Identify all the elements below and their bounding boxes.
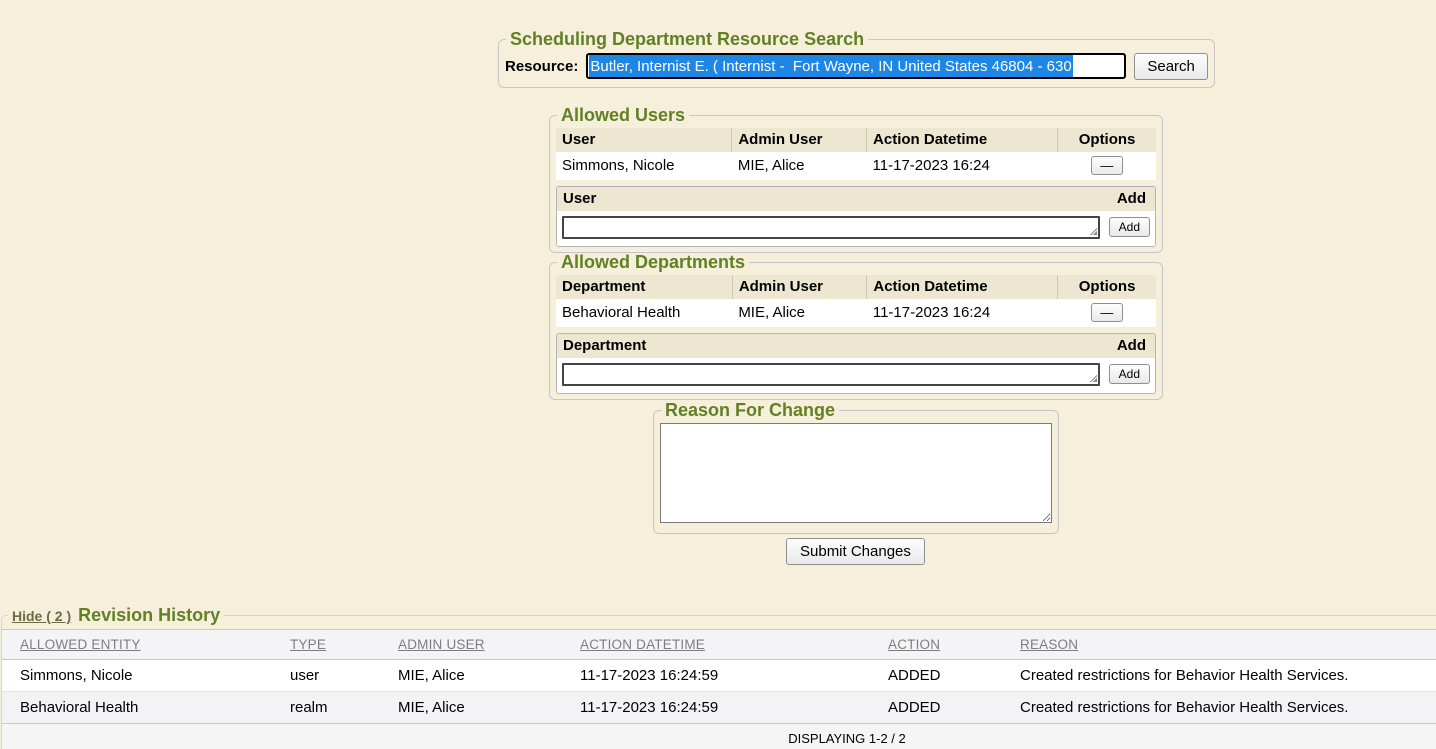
resource-input-selected-text: Butler, Internist E. ( Internist - Fort …: [589, 55, 1072, 78]
allowed-users-row: Simmons, Nicole MIE, Alice 11-17-2023 16…: [556, 152, 1156, 180]
col-options: Options: [1058, 275, 1156, 299]
col-admin-user: Admin User: [732, 275, 867, 299]
datetime-cell: 11-17-2023 16:24:59: [562, 659, 870, 691]
add-department-button[interactable]: Add: [1109, 364, 1150, 384]
allowed-departments-fieldset: Allowed Departments Department Admin Use…: [549, 253, 1163, 400]
allowed-departments-header-row: Department Admin User Action Datetime Op…: [556, 275, 1156, 299]
revision-history-footer-row: DISPLAYING 1-2 / 2: [2, 723, 1436, 749]
entity-cell: Behavioral Health: [2, 691, 272, 723]
col-type: TYPE: [272, 629, 380, 659]
revision-row: Behavioral Health realm MIE, Alice 11-17…: [2, 691, 1436, 723]
hide-revision-history-link[interactable]: Hide ( 2 ): [12, 609, 71, 624]
add-user-row: Add: [557, 211, 1155, 246]
resource-search-legend: Scheduling Department Resource Search: [506, 30, 868, 49]
department-name-cell: Behavioral Health: [556, 299, 732, 327]
allowed-users-table: User Admin User Action Datetime Options …: [556, 128, 1156, 180]
type-cell: user: [272, 659, 380, 691]
user-name-cell: Simmons, Nicole: [556, 152, 732, 180]
resource-label: Resource:: [505, 58, 578, 75]
sort-reason-link[interactable]: REASON: [1020, 637, 1078, 652]
reason-for-change-textarea[interactable]: [660, 423, 1052, 523]
resource-search-row: Resource: Butler, Internist E. ( Interni…: [505, 52, 1208, 82]
allowed-departments-row: Behavioral Health MIE, Alice 11-17-2023 …: [556, 299, 1156, 327]
page: Scheduling Department Resource Search Re…: [0, 0, 1436, 749]
reason-for-change-legend: Reason For Change: [661, 401, 839, 420]
allowed-users-header-row: User Admin User Action Datetime Options: [556, 128, 1156, 152]
add-department-entity-label: Department: [563, 337, 646, 354]
add-department-input-wrap: [562, 363, 1100, 386]
col-admin-user: ADMIN USER: [380, 629, 562, 659]
reason-cell: Created restrictions for Behavior Health…: [1002, 691, 1436, 723]
add-department-box: Department Add Add: [556, 333, 1156, 394]
search-button[interactable]: Search: [1134, 53, 1208, 80]
admin-user-cell: MIE, Alice: [732, 152, 867, 180]
col-options: Options: [1058, 128, 1156, 152]
datetime-cell: 11-17-2023 16:24:59: [562, 691, 870, 723]
allowed-departments-table: Department Admin User Action Datetime Op…: [556, 275, 1156, 327]
sort-action-link[interactable]: ACTION: [888, 637, 940, 652]
allowed-users-legend: Allowed Users: [557, 106, 689, 125]
add-user-input-wrap: [562, 216, 1100, 239]
col-action-datetime: Action Datetime: [867, 275, 1058, 299]
add-user-add-label: Add: [1117, 190, 1146, 207]
col-reason: REASON: [1002, 629, 1436, 659]
action-cell: ADDED: [870, 691, 1002, 723]
add-user-input[interactable]: [562, 216, 1100, 239]
add-user-box: User Add Add: [556, 186, 1156, 247]
submit-changes-button[interactable]: Submit Changes: [786, 538, 925, 565]
sort-type-link[interactable]: TYPE: [290, 637, 326, 652]
revision-history-title: Revision History: [78, 606, 220, 625]
action-datetime-cell: 11-17-2023 16:24: [867, 299, 1058, 327]
add-user-entity-label: User: [563, 190, 596, 207]
col-department: Department: [556, 275, 732, 299]
sort-action-datetime-link[interactable]: ACTION DATETIME: [580, 637, 705, 652]
admin-user-cell: MIE, Alice: [732, 299, 867, 327]
resource-input[interactable]: Butler, Internist E. ( Internist - Fort …: [586, 53, 1126, 79]
col-allowed-entity: ALLOWED ENTITY: [2, 629, 272, 659]
col-action-datetime: Action Datetime: [867, 128, 1058, 152]
sort-admin-user-link[interactable]: ADMIN USER: [398, 637, 485, 652]
add-department-add-label: Add: [1117, 337, 1146, 354]
col-action-datetime: ACTION DATETIME: [562, 629, 870, 659]
options-cell: —: [1058, 299, 1156, 327]
col-admin-user: Admin User: [732, 128, 867, 152]
allowed-users-fieldset: Allowed Users User Admin User Action Dat…: [549, 106, 1163, 253]
options-cell: —: [1058, 152, 1156, 180]
resource-search-fieldset: Scheduling Department Resource Search Re…: [498, 30, 1215, 88]
revision-history-table: ALLOWED ENTITY TYPE ADMIN USER ACTION DA…: [2, 629, 1436, 749]
add-department-box-header: Department Add: [557, 334, 1155, 358]
remove-user-button[interactable]: —: [1091, 156, 1123, 175]
revision-history-fieldset: Hide ( 2 ) Revision History ALLOWED ENTI…: [1, 606, 1436, 749]
revision-history-legend: Hide ( 2 ) Revision History: [8, 606, 224, 625]
action-datetime-cell: 11-17-2023 16:24: [867, 152, 1058, 180]
sort-allowed-entity-link[interactable]: ALLOWED ENTITY: [20, 637, 141, 652]
entity-cell: Simmons, Nicole: [2, 659, 272, 691]
type-cell: realm: [272, 691, 380, 723]
reason-cell: Created restrictions for Behavior Health…: [1002, 659, 1436, 691]
action-cell: ADDED: [870, 659, 1002, 691]
paging-status: DISPLAYING 1-2 / 2: [2, 723, 1436, 749]
remove-department-button[interactable]: —: [1091, 303, 1123, 322]
revision-history-header-row: ALLOWED ENTITY TYPE ADMIN USER ACTION DA…: [2, 629, 1436, 659]
add-department-input[interactable]: [562, 363, 1100, 386]
admin-cell: MIE, Alice: [380, 659, 562, 691]
add-user-box-header: User Add: [557, 187, 1155, 211]
col-action: ACTION: [870, 629, 1002, 659]
col-user: User: [556, 128, 732, 152]
admin-cell: MIE, Alice: [380, 691, 562, 723]
add-user-button[interactable]: Add: [1109, 217, 1150, 237]
revision-row: Simmons, Nicole user MIE, Alice 11-17-20…: [2, 659, 1436, 691]
reason-for-change-fieldset: Reason For Change: [653, 401, 1059, 534]
add-department-row: Add: [557, 358, 1155, 393]
allowed-departments-legend: Allowed Departments: [557, 253, 749, 272]
